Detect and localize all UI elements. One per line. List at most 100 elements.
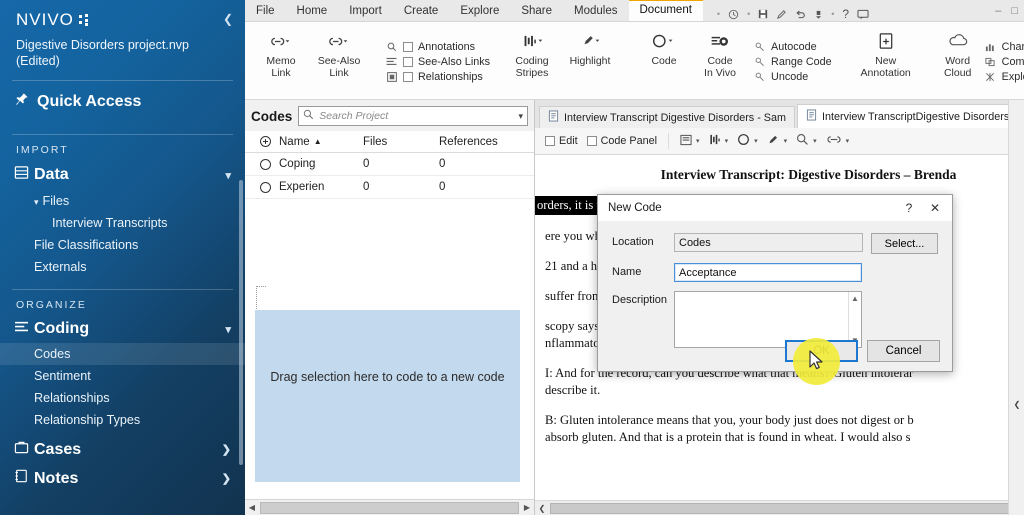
- document-tab-sam[interactable]: Interview Transcript Digestive Disorders…: [539, 106, 796, 128]
- chevron-down-icon[interactable]: ▾: [784, 137, 788, 145]
- chart-row[interactable]: Chart: [982, 40, 1024, 54]
- column-header-files[interactable]: Files: [363, 136, 439, 148]
- sidebar-item-externals[interactable]: Externals: [0, 256, 245, 278]
- tab-share[interactable]: Share: [510, 3, 563, 21]
- document-tab-brenda[interactable]: Interview TranscriptDigestive Disorders …: [797, 104, 1024, 128]
- edit-checkbox[interactable]: [545, 136, 555, 146]
- chevron-down-icon[interactable]: ▾: [813, 137, 817, 145]
- help-question-icon[interactable]: ?: [842, 7, 849, 21]
- description-textarea[interactable]: [675, 292, 848, 347]
- chevron-up-icon[interactable]: ▲: [851, 294, 859, 303]
- tab-create[interactable]: Create: [393, 3, 450, 21]
- code-panel-toggle[interactable]: Code Panel: [586, 135, 657, 147]
- annotations-checkbox[interactable]: [403, 41, 413, 52]
- select-all-icon[interactable]: [251, 136, 279, 147]
- link-dropdown[interactable]: ▾: [826, 134, 850, 148]
- collapse-right-icon[interactable]: ❮: [1009, 396, 1024, 412]
- sidebar-group-coding[interactable]: Coding ▾: [0, 315, 245, 343]
- row-select-icon[interactable]: [251, 158, 279, 170]
- name-field[interactable]: Acceptance: [674, 263, 862, 282]
- sidebar-item-sentiment[interactable]: Sentiment: [0, 365, 245, 387]
- comment-icon[interactable]: [857, 9, 869, 20]
- location-field[interactable]: Codes: [674, 233, 863, 252]
- column-header-name[interactable]: Name ▲: [279, 136, 363, 148]
- text-view-dropdown[interactable]: ▾: [680, 134, 700, 149]
- uncode-row[interactable]: Uncode: [751, 70, 834, 84]
- code-button[interactable]: Code: [637, 24, 691, 99]
- chevron-down-icon[interactable]: ▾: [696, 137, 700, 145]
- chevron-left-icon[interactable]: ❮: [535, 504, 549, 513]
- triangle-right-icon[interactable]: ▶: [520, 503, 534, 512]
- tab-home[interactable]: Home: [286, 3, 339, 21]
- sidebar-item-relationship-types[interactable]: Relationship Types: [0, 409, 245, 431]
- sidebar-group-cases[interactable]: Cases ❯: [0, 435, 245, 464]
- autocode-row[interactable]: Autocode: [751, 40, 834, 54]
- highlight-button[interactable]: Highlight: [559, 24, 621, 99]
- table-row[interactable]: Coping 0 0: [245, 153, 534, 176]
- chevron-down-icon[interactable]: ▾: [225, 169, 231, 182]
- highlight-dropdown[interactable]: ▾: [767, 133, 788, 149]
- table-row[interactable]: Experien 0 0: [245, 176, 534, 199]
- memo-link-button[interactable]: Memo Link: [254, 24, 308, 99]
- coding-stripes-button[interactable]: Coding Stripes: [505, 24, 559, 99]
- triangle-left-icon[interactable]: ◀: [245, 503, 259, 512]
- sidebar-item-codes[interactable]: Codes: [0, 343, 245, 365]
- scrollbar-thumb[interactable]: [550, 502, 1023, 514]
- sidebar-collapse-icon[interactable]: ❮: [223, 12, 233, 26]
- coding-stripes-dropdown[interactable]: ▾: [709, 133, 729, 149]
- column-header-references[interactable]: References: [439, 136, 534, 148]
- sidebar-item-files[interactable]: ▾ Files: [0, 190, 245, 212]
- see-also-link-button[interactable]: See-Also Link: [308, 24, 370, 99]
- chevron-down-icon[interactable]: ▾: [754, 137, 758, 145]
- see-also-links-row[interactable]: See-Also Links: [383, 55, 492, 69]
- zoom-dropdown[interactable]: ▾: [796, 133, 817, 149]
- code-panel-checkbox[interactable]: [586, 136, 597, 146]
- relationships-row[interactable]: Relationships: [383, 70, 492, 84]
- word-cloud-button[interactable]: Word Cloud: [936, 24, 980, 99]
- annotations-row[interactable]: Annotations: [383, 40, 492, 54]
- codes-horizontal-scrollbar[interactable]: ◀ ▶: [245, 499, 534, 515]
- sidebar-item-relationships[interactable]: Relationships: [0, 387, 245, 409]
- search-input[interactable]: Search Project ▾: [298, 106, 528, 126]
- sidebar-item-interview-transcripts[interactable]: Interview Transcripts: [0, 212, 245, 234]
- document-horizontal-scrollbar[interactable]: ❮: [535, 500, 1024, 515]
- code-in-vivo-button[interactable]: Code In Vivo: [691, 24, 749, 99]
- pencil-icon[interactable]: [776, 9, 787, 20]
- edit-toggle[interactable]: Edit: [545, 135, 578, 147]
- code-dropdown[interactable]: ▾: [737, 133, 758, 149]
- sidebar-item-file-classifications[interactable]: File Classifications: [0, 234, 245, 256]
- chevron-down-icon[interactable]: ▾: [225, 323, 231, 336]
- close-icon[interactable]: ✕: [922, 196, 948, 220]
- tab-document[interactable]: Document: [628, 0, 703, 21]
- sidebar-group-data[interactable]: Data ▾: [0, 160, 245, 190]
- chevron-down-icon[interactable]: ▾: [518, 111, 523, 122]
- minimize-icon[interactable]: –: [995, 5, 1001, 17]
- chevron-right-icon[interactable]: ❯: [222, 472, 231, 485]
- tab-import[interactable]: Import: [338, 3, 393, 21]
- tab-modules[interactable]: Modules: [563, 3, 628, 21]
- new-annotation-button[interactable]: New Annotation: [852, 24, 920, 99]
- range-code-row[interactable]: Range Code: [751, 55, 834, 69]
- sidebar-group-notes[interactable]: Notes ❯: [0, 464, 245, 493]
- chevron-right-icon[interactable]: ❯: [222, 443, 231, 456]
- quick-access-button[interactable]: Quick Access: [0, 81, 245, 123]
- row-select-icon[interactable]: [251, 181, 279, 193]
- maximize-icon[interactable]: □: [1011, 5, 1018, 17]
- redo-dropdown-icon[interactable]: [814, 9, 823, 20]
- select-button[interactable]: Select...: [871, 233, 938, 254]
- relationships-checkbox[interactable]: [403, 71, 413, 82]
- see-also-links-checkbox[interactable]: [403, 56, 413, 67]
- tab-explore[interactable]: Explore: [449, 3, 510, 21]
- cancel-button[interactable]: Cancel: [867, 340, 940, 362]
- question-mark-icon[interactable]: ?: [896, 196, 922, 220]
- chevron-down-icon[interactable]: ▾: [846, 137, 850, 145]
- save-icon[interactable]: [758, 9, 768, 19]
- scrollbar-thumb[interactable]: [260, 501, 519, 514]
- compare-row[interactable]: Comp: [982, 55, 1024, 69]
- explore-row[interactable]: Explor: [982, 70, 1024, 84]
- description-scrollbar[interactable]: ▲ ▼: [848, 292, 861, 347]
- tab-file[interactable]: File: [245, 3, 286, 21]
- chevron-down-icon[interactable]: ▾: [725, 137, 729, 145]
- clock-history-icon[interactable]: [728, 9, 739, 20]
- undo-icon[interactable]: [795, 9, 806, 20]
